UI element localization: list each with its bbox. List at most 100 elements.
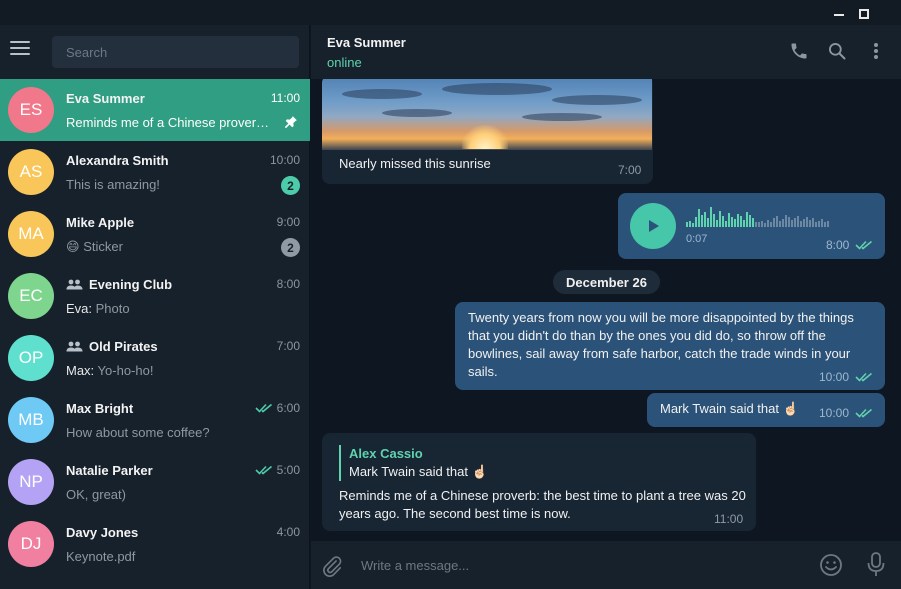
preview-text: Sticker [83, 239, 123, 254]
chat-preview: 😄 Sticker [66, 239, 276, 255]
message-text: Reminds me of a Chinese proverb: the bes… [339, 488, 746, 521]
peer-name[interactable]: Eva Summer [327, 35, 406, 50]
outgoing-message[interactable]: Mark Twain said that ☝🏻 10:00 [647, 393, 885, 427]
voice-message[interactable]: 0:07 8:00 [618, 193, 885, 259]
chat-name-text: Natalie Parker [66, 463, 153, 478]
waveform-bar [728, 213, 730, 227]
chat-item[interactable]: OP Old Pirates 7:00 Max: Yo-ho-ho! [0, 327, 310, 389]
preview-sender: Eva: [66, 301, 93, 316]
chat-preview: Keynote.pdf [66, 549, 276, 564]
message-text-content: Mark Twain said that [660, 401, 779, 416]
double-check-icon [255, 465, 272, 475]
preview-text: OK, great) [66, 487, 126, 502]
chat-preview: This is amazing! [66, 177, 276, 192]
photo-caption: Nearly missed this sunrise [339, 156, 491, 171]
unread-badge: 2 [281, 238, 300, 257]
message-text: Twenty years from now you will be more d… [468, 310, 854, 379]
incoming-reply-message[interactable]: Alex Cassio Mark Twain said that ☝🏻 Remi… [322, 433, 756, 531]
waveform-bar [821, 219, 823, 227]
emoji-icon[interactable] [819, 553, 843, 577]
paperclip-icon[interactable] [321, 554, 343, 578]
chat-time-text: 11:00 [270, 91, 300, 105]
chat-item[interactable]: ES Eva Summer 11:00 Reminds me of a Chinese… [0, 79, 310, 141]
play-button[interactable] [630, 203, 676, 249]
maximize-icon[interactable] [859, 9, 869, 19]
waveform-bar [758, 222, 760, 227]
chat-item[interactable]: EC Evening Club 8:00 Eva: Photo [0, 265, 310, 327]
waveform-bar [812, 218, 814, 227]
waveform-bar [710, 207, 712, 227]
chat-item[interactable]: AS Alexandra Smith 10:00 This is amazing! 2 [0, 141, 310, 203]
chat-time: 9:00 [277, 215, 300, 229]
group-icon [66, 341, 83, 352]
chat-name-text: Evening Club [89, 277, 173, 292]
unread-badge: 2 [281, 176, 300, 195]
waveform-bar [743, 220, 745, 227]
chat-item[interactable]: NP Natalie Parker 5:00 OK, great) [0, 451, 310, 513]
waveform-bar [797, 216, 799, 227]
voice-waveform[interactable] [686, 207, 829, 227]
waveform-bar [695, 217, 697, 227]
search-icon[interactable] [827, 41, 847, 61]
chat-name-text: Alexandra Smith [66, 153, 169, 168]
avatar: DJ [8, 521, 54, 567]
search-input[interactable] [52, 36, 299, 68]
waveform-bar [686, 222, 688, 227]
reply-preview[interactable]: Alex Cassio Mark Twain said that ☝🏻 [339, 445, 488, 481]
reply-quote: Mark Twain said that ☝🏻 [349, 463, 488, 481]
chat-item[interactable]: DJ Davy Jones 4:00 Keynote.pdf [0, 513, 310, 575]
message-time-text: 10:00 [819, 406, 850, 420]
waveform-bar [764, 223, 766, 227]
waveform-bar [746, 212, 748, 227]
pointing-up-emoji: ☝🏻 [782, 401, 799, 416]
waveform-bar [824, 222, 826, 227]
phone-icon[interactable] [789, 41, 809, 61]
message-history[interactable]: Nearly missed this sunrise 7:00 0:07 8:0… [311, 79, 901, 541]
chat-item[interactable]: MB Max Bright 6:00 How about some coffee? [0, 389, 310, 451]
minimize-icon[interactable] [834, 14, 844, 16]
chat-name-text: Mike Apple [66, 215, 135, 230]
waveform-bar [740, 216, 742, 227]
chat-name: Max Bright [66, 401, 133, 416]
waveform-bar [698, 209, 700, 227]
waveform-bar [806, 217, 808, 227]
chat-time-text: 9:00 [276, 215, 300, 229]
chat-time-text: 4:00 [276, 525, 300, 539]
message-time: 10:00 [819, 370, 873, 384]
microphone-icon[interactable] [866, 552, 886, 578]
double-check-icon [855, 372, 873, 382]
more-vertical-icon[interactable] [872, 41, 880, 61]
avatar: MB [8, 397, 54, 443]
waveform-bar [794, 218, 796, 227]
avatar: MA [8, 211, 54, 257]
avatar: NP [8, 459, 54, 505]
chat-time: 5:00 [255, 463, 300, 477]
double-check-icon [255, 403, 272, 413]
reply-author: Alex Cassio [349, 446, 423, 461]
waveform-bar [767, 220, 769, 227]
hamburger-menu-icon[interactable] [10, 41, 30, 55]
waveform-bar [776, 216, 778, 227]
message-time-text: 10:00 [819, 370, 850, 384]
chat-name: Natalie Parker [66, 463, 153, 478]
message-time: 8:00 [826, 238, 873, 252]
pin-icon [285, 116, 297, 128]
waveform-bar [755, 222, 757, 227]
title-bar [0, 0, 901, 25]
chat-time: 8:00 [277, 277, 300, 291]
message-time: 10:00 [819, 406, 873, 420]
chat-name-text: Max Bright [66, 401, 134, 416]
waveform-bar [725, 221, 727, 227]
sunrise-photo[interactable] [322, 79, 652, 150]
chat-item[interactable]: MA Mike Apple 9:00 😄 Sticker 2 [0, 203, 310, 265]
outgoing-message[interactable]: Twenty years from now you will be more d… [455, 302, 885, 390]
chat-time: 10:00 [270, 153, 300, 167]
chat-name: Old Pirates [66, 339, 158, 354]
message-input[interactable] [361, 551, 801, 579]
photo-message[interactable]: Nearly missed this sunrise 7:00 [322, 79, 653, 184]
message-time: 11:00 [714, 512, 744, 526]
waveform-bar [734, 219, 736, 227]
chat-name-text: Davy Jones [66, 525, 139, 540]
chat-preview: How about some coffee? [66, 425, 276, 440]
avatar: OP [8, 335, 54, 381]
